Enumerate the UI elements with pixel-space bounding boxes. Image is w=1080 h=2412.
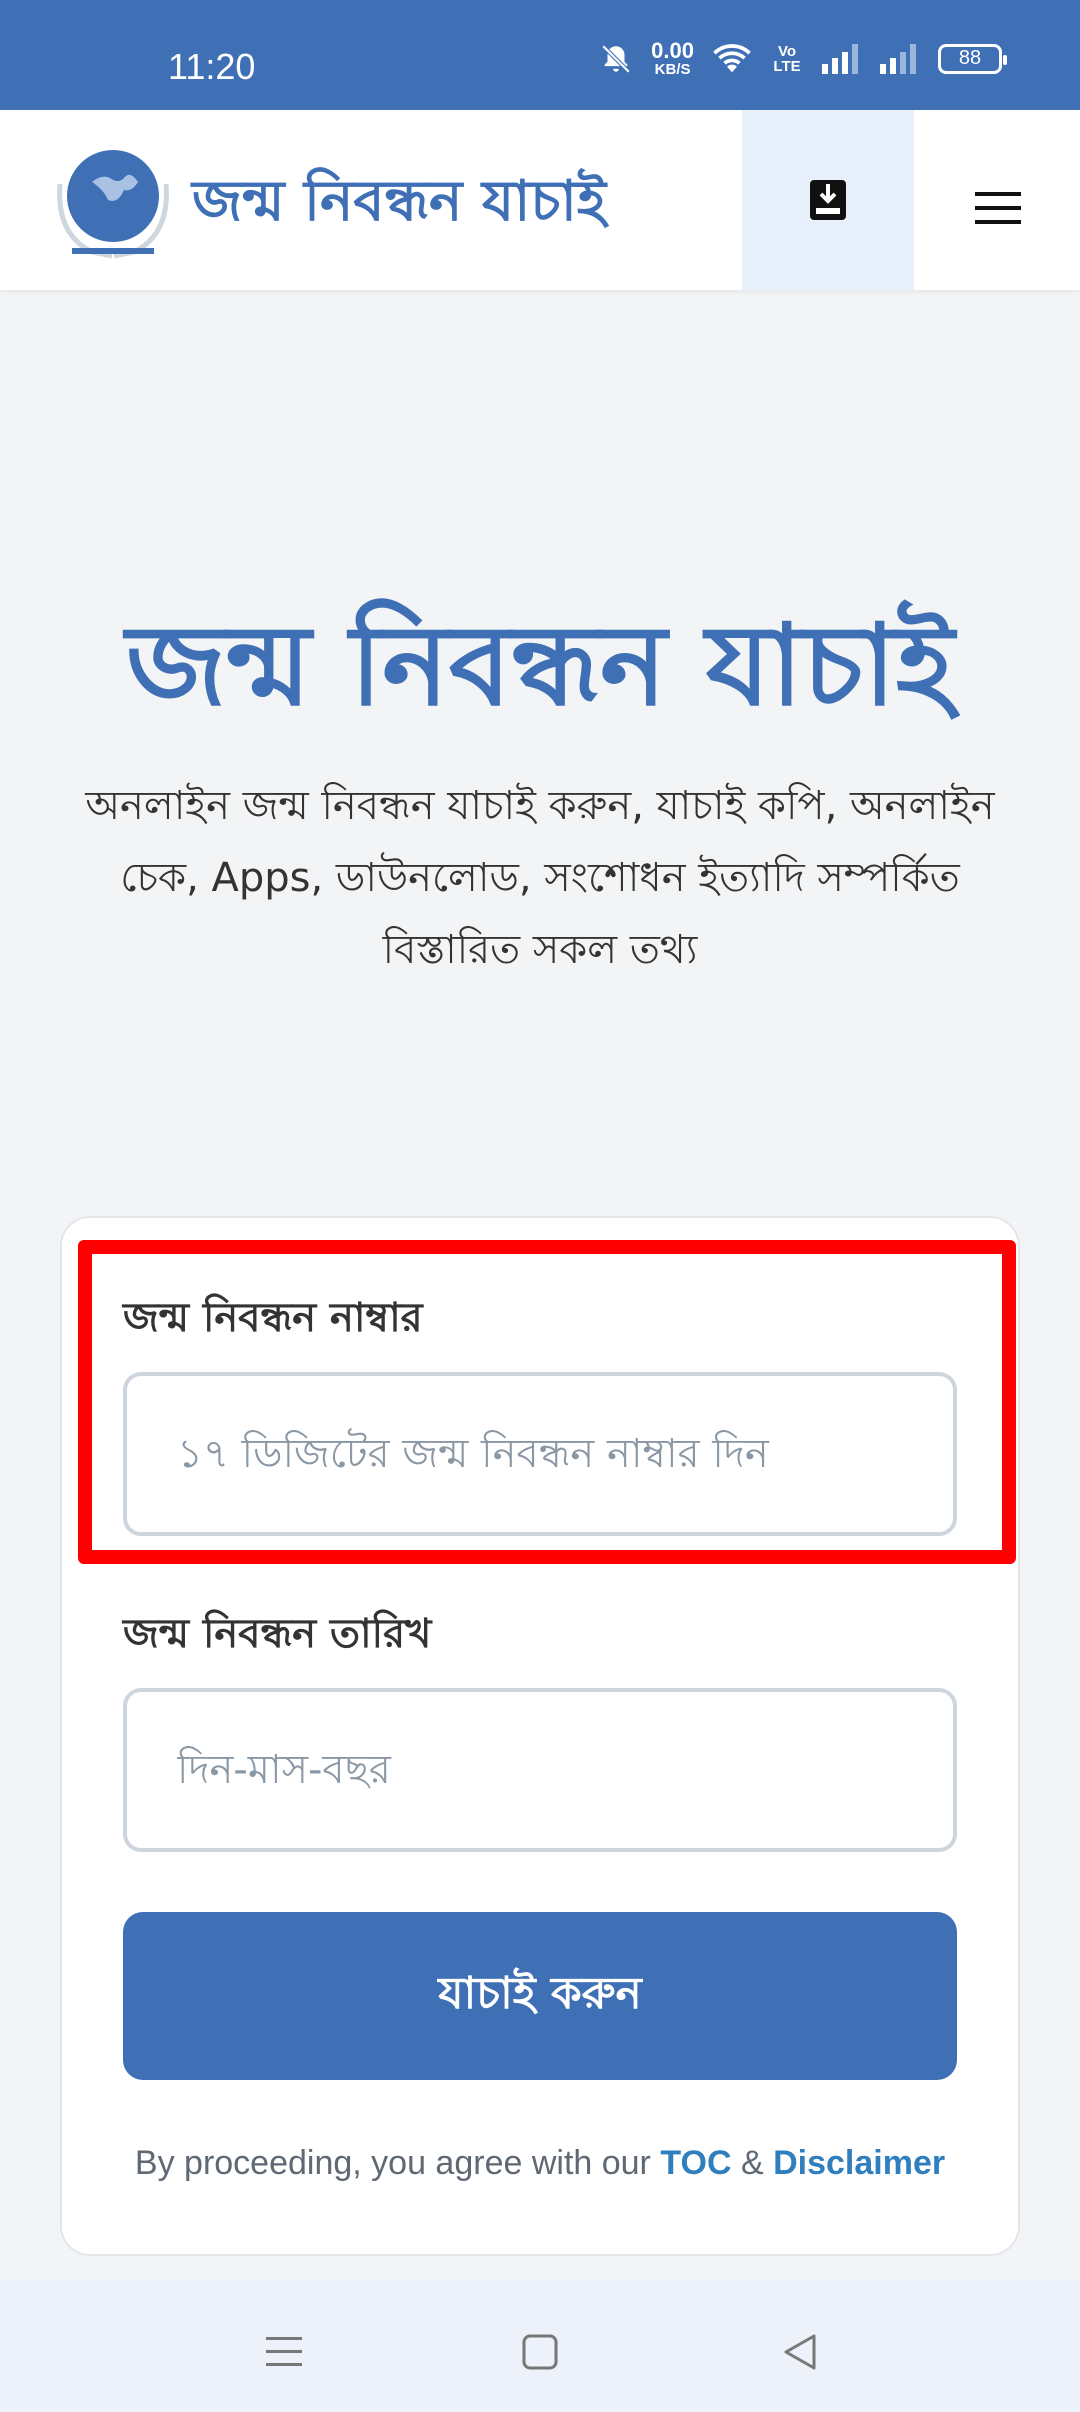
status-icons: 0.00 KB/S Vo LTE 88 [599, 38, 1007, 78]
page-subtitle: অনলাইন জন্ম নিবন্ধন যাচাই করুন, যাচাই কপ… [85, 783, 995, 973]
back-button[interactable] [760, 2312, 840, 2392]
reg-number-input[interactable] [123, 1372, 957, 1536]
signal-strength-icon [822, 43, 858, 74]
wifi-icon [713, 43, 751, 72]
disclaimer-link[interactable]: Disclaimer [773, 2144, 945, 2182]
reg-date-input[interactable] [123, 1688, 957, 1852]
brand-title[interactable]: জন্ম নিবন্ধন যাচাই [192, 158, 606, 252]
reg-date-label: জন্ম নিবন্ধন তারিখ [123, 1611, 432, 1657]
net-speed-value: 0.00 [651, 38, 694, 63]
terms-prefix: By proceeding, you agree with our [134, 2144, 651, 2182]
app-header: জন্ম নিবন্ধন যাচাই [0, 110, 1080, 290]
signal-strength-icon-2 [880, 43, 916, 74]
home-square-icon [522, 2334, 558, 2370]
back-triangle-icon [784, 2334, 816, 2370]
recent-apps-icon [266, 2337, 302, 2366]
volte-indicator: Vo LTE [773, 42, 801, 75]
battery-indicator: 88 [938, 43, 1007, 74]
hamburger-menu-icon [975, 192, 1021, 224]
net-speed-unit: KB/S [654, 61, 691, 78]
terms-notice: By proceeding, you agree with our TOC & … [60, 2144, 1020, 2183]
hamburger-menu-button[interactable] [946, 166, 1050, 250]
page-title: জন্ম নিবন্ধন যাচাই [126, 601, 954, 731]
reg-number-label: জন্ম নিবন্ধন নাম্বার [123, 1295, 423, 1341]
home-button[interactable] [500, 2312, 580, 2392]
download-button[interactable] [742, 110, 914, 290]
recent-apps-button[interactable] [244, 2312, 324, 2392]
status-bar: 11:20 0.00 KB/S Vo LTE 88 [0, 0, 1080, 110]
globe-hands-logo[interactable] [52, 144, 174, 260]
verify-button[interactable]: যাচাই করুন [123, 1912, 957, 2080]
status-time: 11:20 [168, 46, 256, 87]
download-icon [810, 180, 846, 220]
terms-amp: & [740, 2144, 764, 2182]
toc-link[interactable]: TOC [660, 2144, 731, 2182]
mute-bell-icon [601, 44, 631, 73]
system-nav-bar [0, 2280, 1080, 2412]
net-speed: 0.00 KB/S [651, 38, 694, 78]
